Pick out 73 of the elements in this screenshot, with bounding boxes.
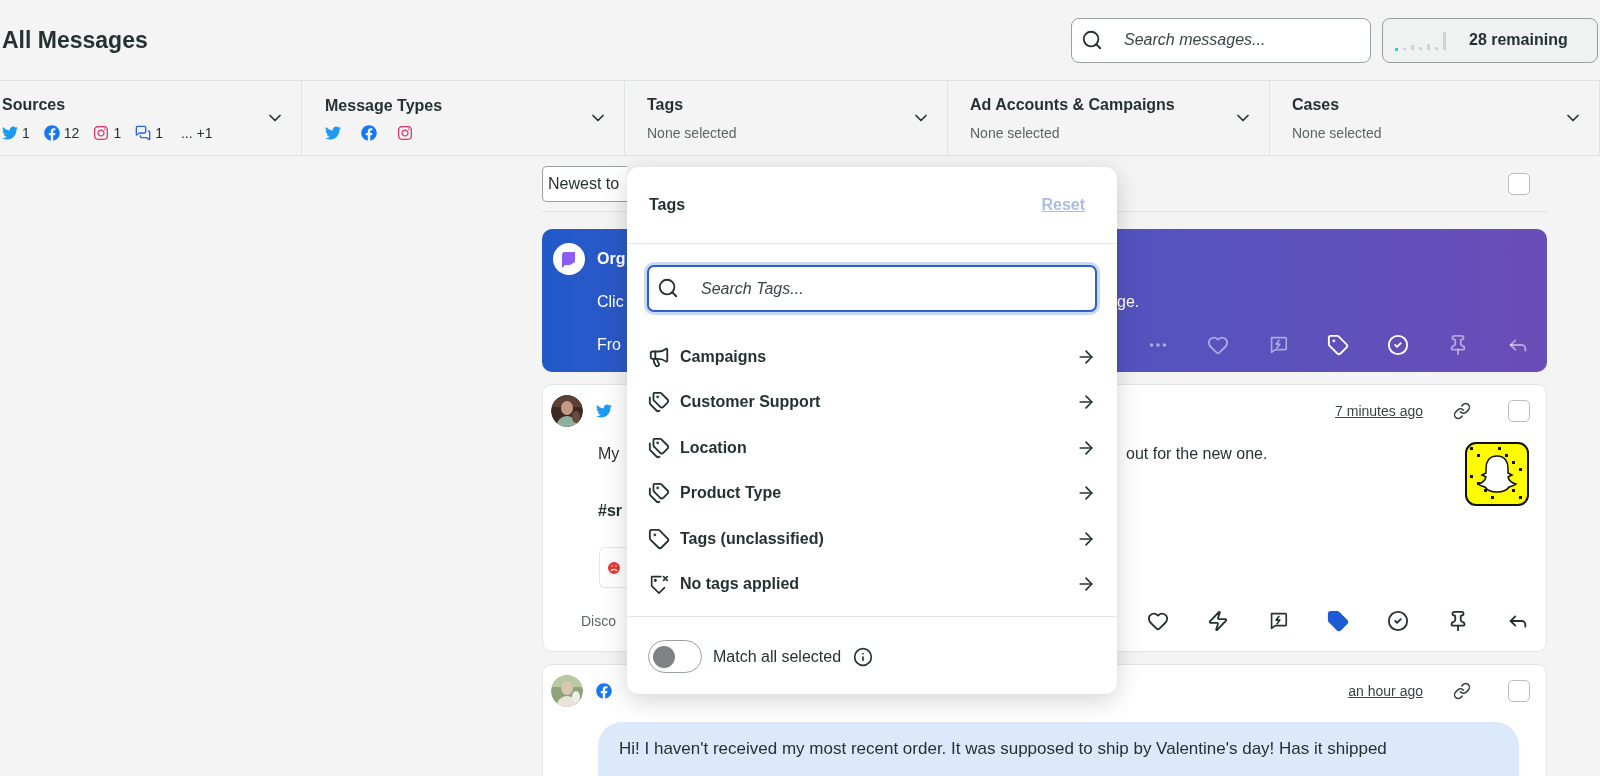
tag-category-item[interactable]: Campaigns xyxy=(627,334,1117,380)
filter-title: Ad Accounts & Campaigns xyxy=(970,94,1175,115)
bolt-icon[interactable] xyxy=(1207,610,1229,632)
checkbox[interactable] xyxy=(1508,172,1530,195)
filter-title: Sources xyxy=(2,94,67,115)
message-bubble: Hi! I haven't received my most recent order. It was supposed to ship by Valentine's day! Has it shipped xyxy=(598,722,1519,776)
megaphone-icon xyxy=(648,345,670,368)
info-icon[interactable] xyxy=(853,646,874,667)
filter-title: Cases xyxy=(1292,94,1341,115)
tag-category-item[interactable]: Location xyxy=(627,425,1117,471)
check-circle-icon[interactable] xyxy=(1387,610,1409,632)
timestamp-link[interactable]: 7 minutes ago xyxy=(1335,400,1423,422)
timestamp-link[interactable]: an hour ago xyxy=(1348,680,1423,702)
toggle-switch[interactable] xyxy=(648,640,702,673)
popup-title: Tags xyxy=(649,195,686,215)
remaining-count: 28 remaining xyxy=(1469,30,1568,50)
remaining-button[interactable]: 28 remaining xyxy=(1382,17,1598,63)
bird-icon xyxy=(596,403,612,419)
message-text: #sr xyxy=(598,502,623,519)
tags-icon xyxy=(648,436,670,459)
camera-icon xyxy=(93,125,110,141)
message-text: ge. xyxy=(1117,292,1140,312)
filter-dropdown[interactable]: Tags None selected xyxy=(625,81,948,155)
tag-category-item[interactable]: Tags (unclassified) xyxy=(627,516,1117,562)
heart-icon[interactable] xyxy=(1147,610,1169,632)
filter-title: Tags xyxy=(647,94,685,115)
filter-dropdown[interactable]: Ad Accounts & Campaigns None selected xyxy=(948,81,1270,155)
source-count: 1 xyxy=(155,123,163,143)
tag-icon[interactable] xyxy=(1327,610,1349,632)
facebook-icon xyxy=(361,125,377,141)
bird-icon xyxy=(325,125,341,141)
tag-category-item[interactable]: Product Type xyxy=(627,470,1117,516)
link-icon[interactable] xyxy=(1453,402,1471,420)
facebook-icon xyxy=(596,683,612,699)
tag-category-item[interactable]: No tags applied xyxy=(627,561,1117,607)
filter-title: Message Types xyxy=(325,96,443,116)
filter-summary: None selected xyxy=(647,123,737,143)
message-text: Clic xyxy=(597,293,624,310)
source-count: 1 xyxy=(113,123,122,143)
tag-category-item[interactable]: Customer Support xyxy=(627,379,1117,425)
search-field[interactable]: Search messages... xyxy=(1071,17,1371,63)
filter-summary: None selected xyxy=(970,123,1061,143)
more-sources: ... +1 xyxy=(180,123,213,143)
checkbox[interactable] xyxy=(1508,400,1530,422)
bird-icon xyxy=(2,125,18,141)
filter-dropdown[interactable]: Sources 1 12 1 1 ... +1 xyxy=(0,81,302,155)
filter-dropdown[interactable]: Cases None selected xyxy=(1270,81,1600,155)
sad-face-icon xyxy=(606,559,622,576)
source-count: 1 xyxy=(22,123,30,143)
tag-search-field[interactable]: Search Tags... xyxy=(647,265,1097,312)
message-text: Fro xyxy=(597,336,621,353)
tags-icon xyxy=(648,391,670,414)
toggle-label: Match all selected xyxy=(713,646,842,667)
sort-select[interactable]: Newest to xyxy=(542,165,627,202)
message-text: out for the new one. xyxy=(1126,444,1268,464)
camera-icon xyxy=(397,125,413,141)
chat-icon xyxy=(135,125,152,141)
facebook-icon xyxy=(43,125,60,141)
filter-summary: None selected xyxy=(1292,123,1382,143)
tag-remove-icon xyxy=(648,573,670,596)
search-icon xyxy=(657,277,679,299)
page-title: All Messages xyxy=(2,25,148,55)
tag-icon xyxy=(648,527,670,550)
logo-icon xyxy=(553,243,585,275)
search-icon xyxy=(1081,28,1103,51)
source-count: 12 xyxy=(63,123,80,143)
card-title: Org xyxy=(597,249,626,269)
link-icon[interactable] xyxy=(1453,682,1471,700)
footer-text: Disco xyxy=(581,611,616,631)
checkbox[interactable] xyxy=(1508,680,1530,702)
filter-dropdown[interactable]: Message Types xyxy=(302,81,625,155)
tags-icon xyxy=(648,482,670,505)
message-text: My xyxy=(598,445,620,462)
